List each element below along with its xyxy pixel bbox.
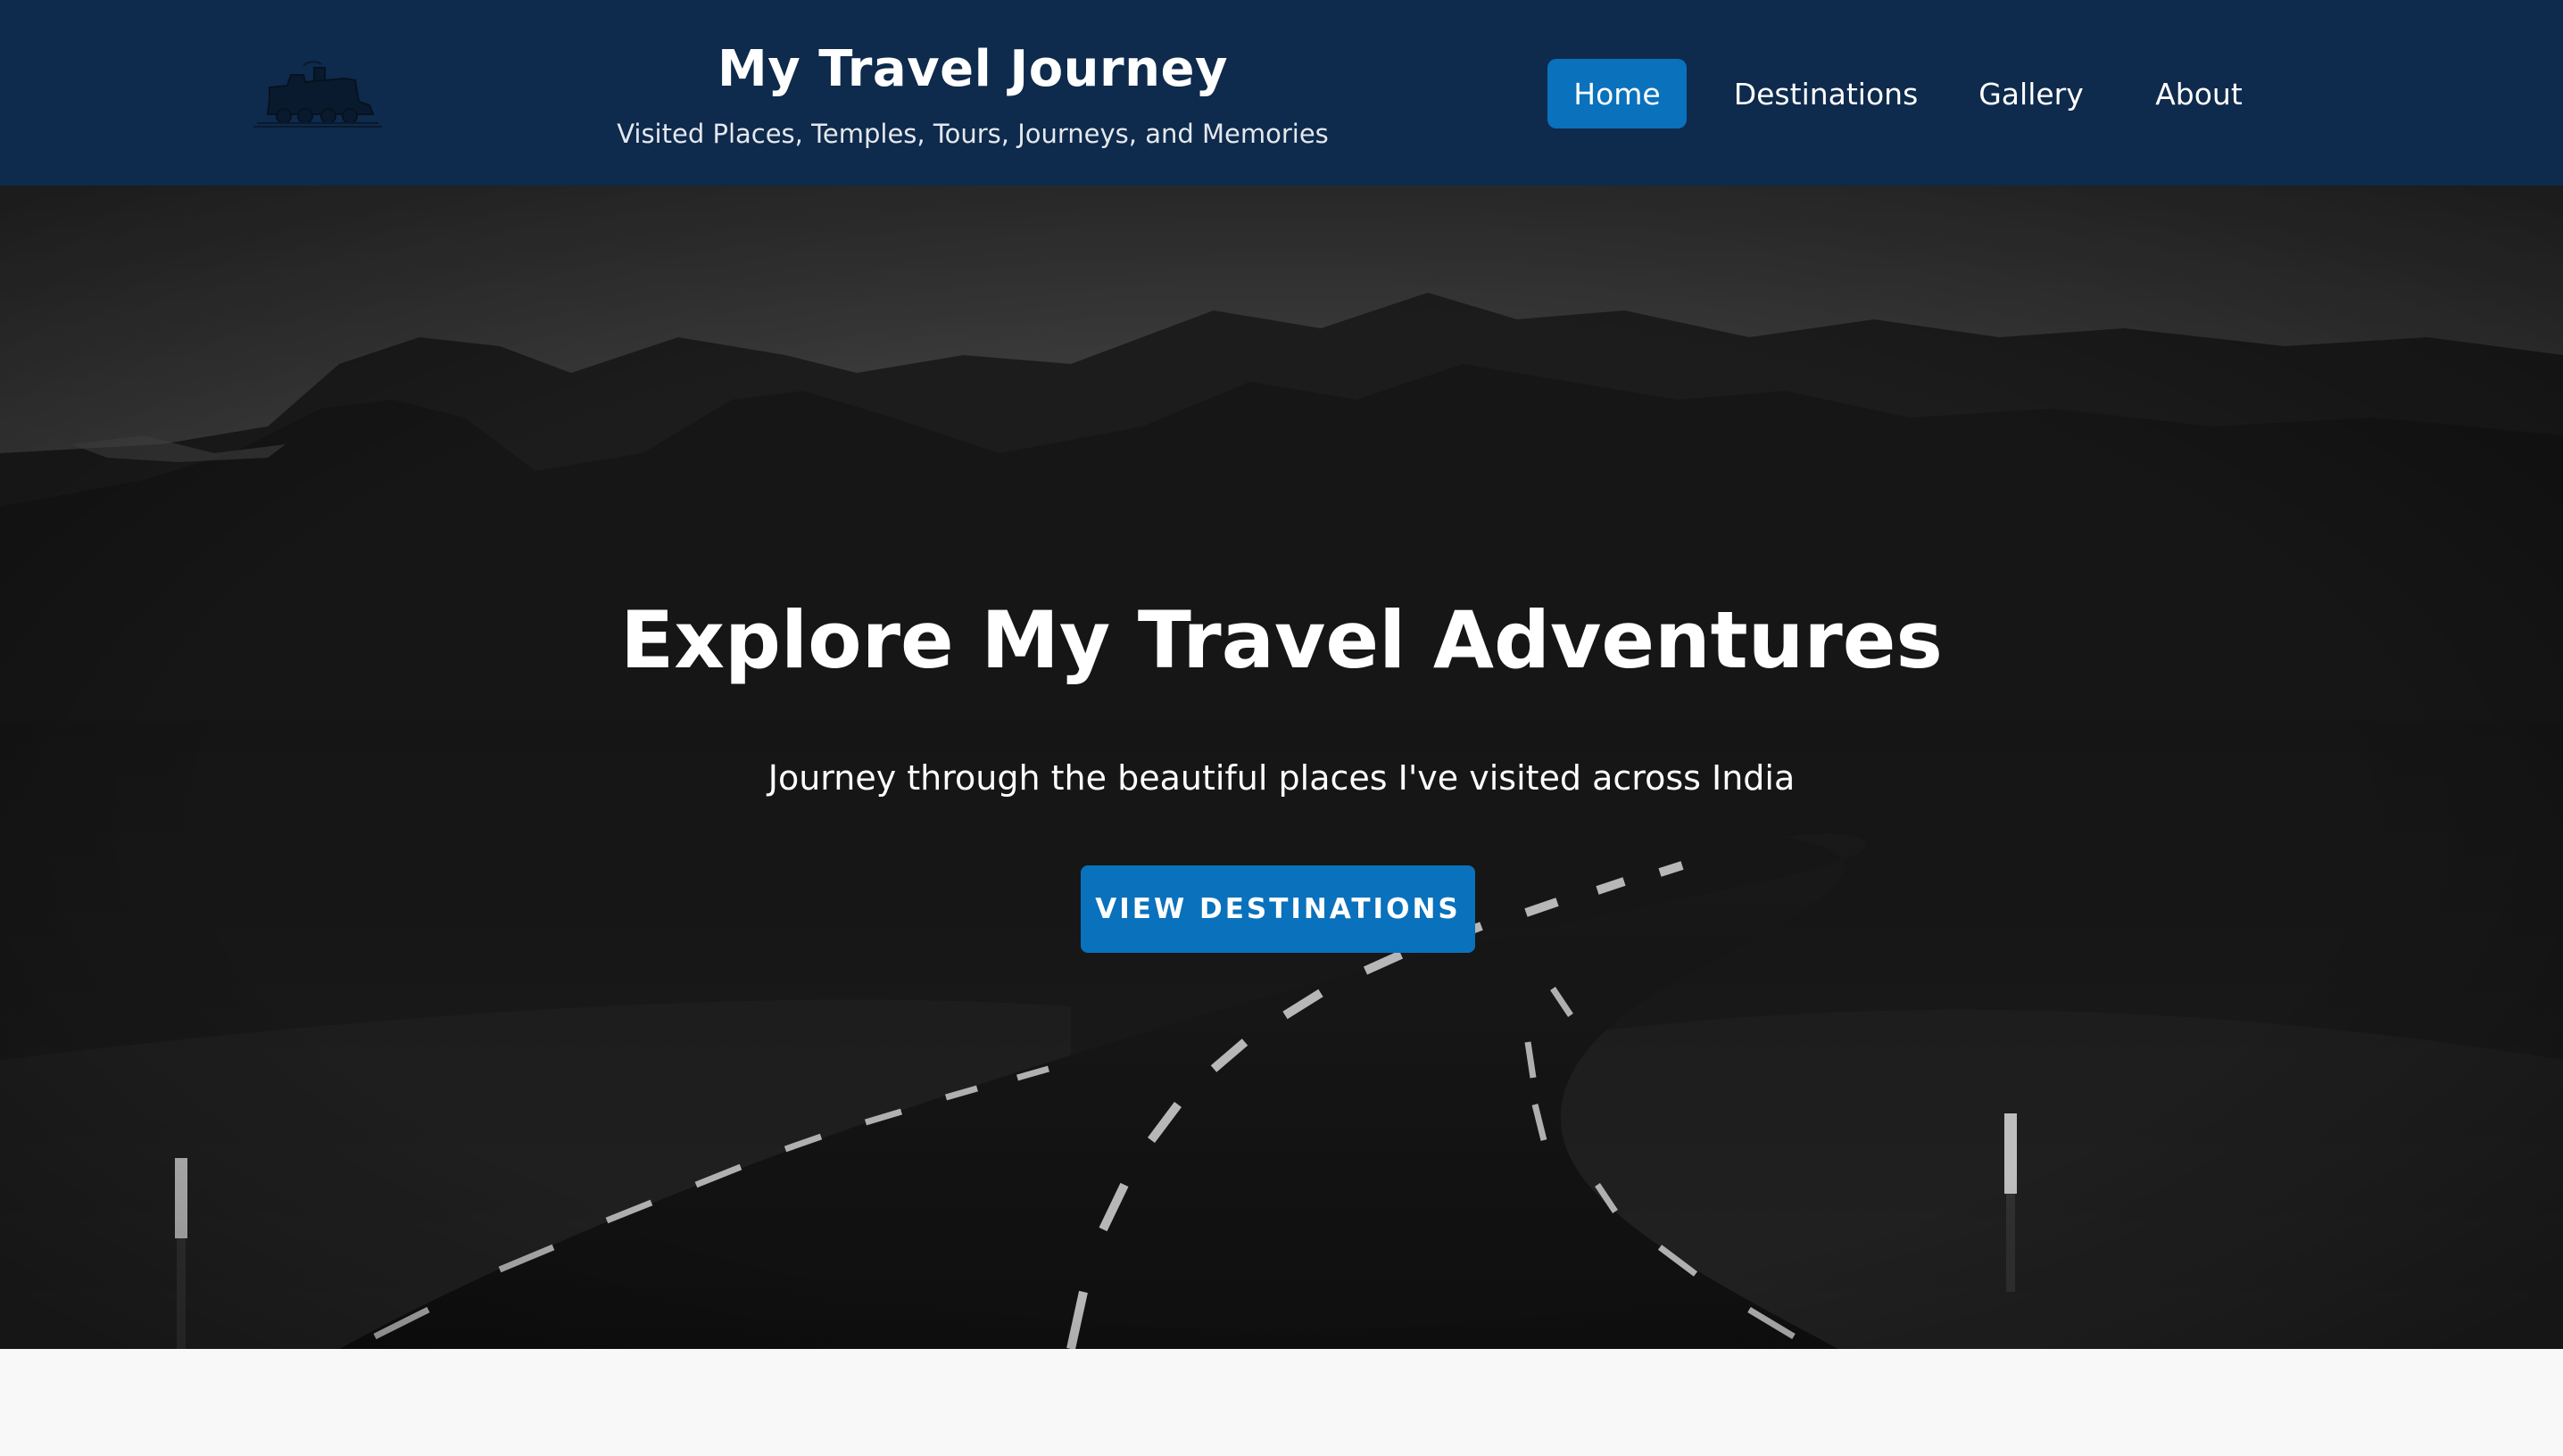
train-logo-icon[interactable] bbox=[252, 61, 384, 128]
nav-item-gallery[interactable]: Gallery bbox=[1958, 59, 2104, 128]
hero-title: Explore My Travel Adventures bbox=[620, 594, 1943, 686]
site-title[interactable]: My Travel Journey bbox=[589, 34, 1356, 105]
nav-item-home[interactable]: Home bbox=[1547, 59, 1687, 128]
site-header: My Travel Journey Visited Places, Temple… bbox=[0, 0, 2563, 186]
site-tagline: Visited Places, Temples, Tours, Journeys… bbox=[617, 119, 1329, 149]
main-nav: Home Destinations Gallery About bbox=[1547, 59, 2261, 128]
view-destinations-button[interactable]: VIEW DESTINATIONS bbox=[1081, 865, 1475, 953]
hero-section: Explore My Travel Adventures Journey thr… bbox=[0, 186, 2563, 1349]
nav-item-about[interactable]: About bbox=[2136, 59, 2261, 128]
page: My Travel Journey Visited Places, Temple… bbox=[0, 0, 2563, 1456]
nav-item-destinations[interactable]: Destinations bbox=[1721, 59, 1931, 128]
hero-content: Explore My Travel Adventures Journey thr… bbox=[0, 186, 2563, 1349]
hero-subtitle: Journey through the beautiful places I'v… bbox=[767, 758, 1796, 798]
content-area bbox=[0, 1349, 2563, 1456]
brand: My Travel Journey Visited Places, Temple… bbox=[589, 34, 1356, 152]
